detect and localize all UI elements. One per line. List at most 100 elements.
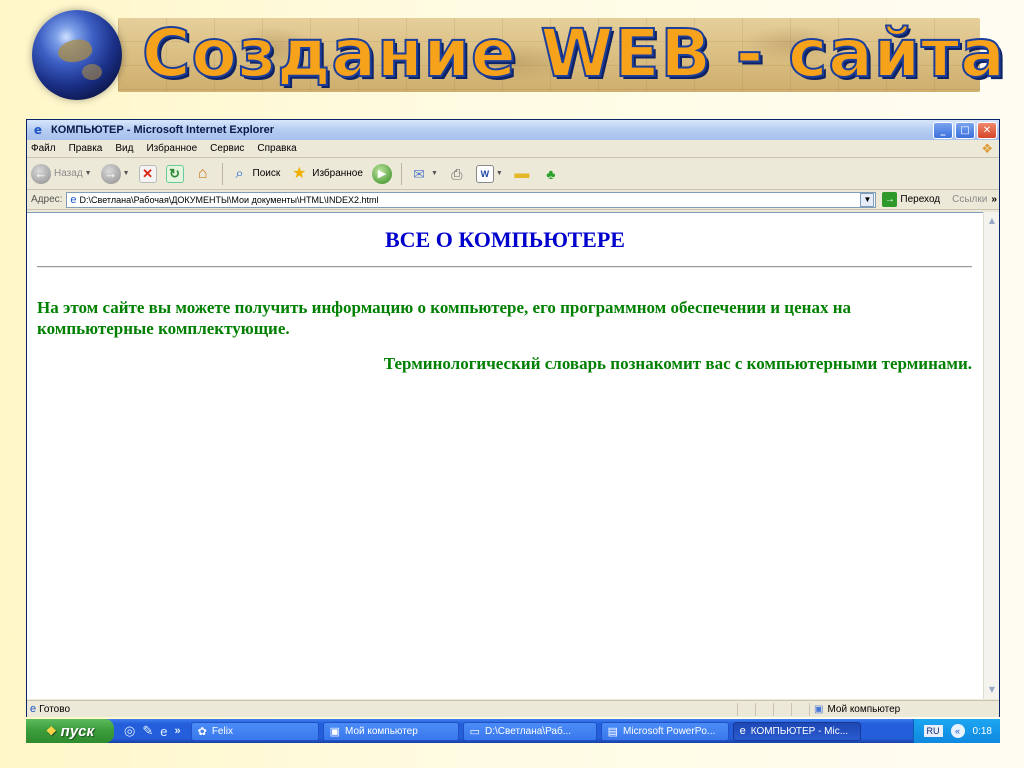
back-label: Назад (54, 168, 83, 179)
taskbar: ❖ пуск ◎ ✎ e » ✿ Felix ▣ Мой компьютер ▭… (26, 719, 1000, 743)
status-cell (791, 702, 809, 716)
home-button[interactable]: ⌂ (193, 164, 213, 184)
address-input[interactable]: e D:\Светлана\Рабочая\ДОКУМЕНТЫ\Мои доку… (66, 191, 877, 208)
quicklaunch-browser-icon[interactable]: ◎ (124, 723, 135, 739)
title-bar[interactable]: e КОМПЬЮТЕР - Microsoft Internet Explore… (27, 120, 999, 140)
print-button[interactable]: ⎙ (447, 164, 467, 184)
refresh-button[interactable]: ↻ (165, 164, 184, 183)
menu-tools[interactable]: Сервис (210, 143, 244, 154)
slide-banner: Создание WEB - сайта (0, 0, 1024, 112)
menu-favorites[interactable]: Избранное (146, 143, 197, 154)
task-label: Felix (211, 725, 233, 737)
address-bar: Адрес: e D:\Светлана\Рабочая\ДОКУМЕНТЫ\М… (27, 190, 999, 210)
mail-dropdown-icon[interactable]: ▼ (431, 170, 438, 177)
start-button[interactable]: ❖ пуск (26, 719, 114, 743)
windows-flag-icon: ❖ (45, 724, 57, 738)
language-indicator[interactable]: RU (923, 725, 943, 737)
task-label: D:\Светлана\Раб... (485, 725, 572, 737)
system-tray: RU « 0:18 (912, 719, 1000, 743)
slide-title: Создание WEB - сайта (141, 14, 1006, 93)
folder-icon: ▬ (514, 164, 530, 182)
back-arrow-icon: ← (31, 163, 51, 184)
search-button[interactable]: ⌕ Поиск (230, 164, 281, 184)
back-button[interactable]: ← Назад ▼ (31, 163, 92, 184)
maximize-button[interactable]: □ (955, 121, 975, 139)
ie-icon: e (33, 123, 43, 137)
forward-dropdown-icon[interactable]: ▼ (123, 170, 130, 177)
address-label: Адрес: (31, 194, 63, 205)
ie-icon: e (739, 725, 746, 737)
links-more-icon[interactable]: » (991, 194, 997, 205)
powerpoint-icon: ▤ (607, 725, 619, 738)
page-icon: e (70, 193, 77, 206)
my-computer-icon: ▣ (329, 725, 341, 738)
back-dropdown-icon[interactable]: ▼ (85, 170, 92, 177)
quicklaunch-more-icon[interactable]: » (174, 725, 180, 737)
messenger-icon: ♣ (546, 165, 556, 182)
search-label: Поиск (252, 168, 281, 179)
messenger-button[interactable]: ♣ (541, 164, 561, 184)
toolbar-separator (400, 162, 402, 185)
task-felix[interactable]: ✿ Felix (190, 721, 319, 741)
go-button[interactable]: → Переход (882, 192, 940, 207)
task-label: Microsoft PowerPo... (623, 725, 716, 737)
globe-icon (32, 10, 122, 100)
scroll-down-icon[interactable]: ▼ (985, 683, 999, 697)
task-powerpoint[interactable]: ▤ Microsoft PowerPo... (600, 721, 729, 741)
status-text: Готово (39, 703, 71, 715)
mail-button[interactable]: ✉ ▼ (409, 164, 438, 184)
menu-edit[interactable]: Правка (69, 143, 103, 154)
star-icon: ★ (292, 164, 307, 182)
forward-button[interactable]: → ▼ (100, 163, 130, 184)
menu-file[interactable]: Файл (31, 143, 56, 154)
my-computer-icon: ▣ (814, 703, 824, 715)
window-controls: _ □ ✕ (933, 121, 999, 139)
status-cell (737, 702, 755, 716)
stop-button[interactable]: ✕ (138, 164, 157, 183)
page-content: ВСЕ О КОМПЬЮТЕРЕ На этом сайте вы можете… (27, 212, 983, 699)
home-icon: ⌂ (197, 164, 208, 182)
status-bar: e Готово ▣ Мой компьютер (27, 700, 999, 717)
horizontal-rule (37, 266, 972, 268)
quick-launch: ◎ ✎ e » (124, 723, 187, 739)
vertical-scrollbar[interactable]: ▲ ▼ (983, 212, 999, 699)
quicklaunch-tool-icon[interactable]: ✎ (142, 723, 153, 739)
task-internet-explorer[interactable]: e КОМПЬЮТЕР - Mic... (732, 721, 861, 741)
glossary-paragraph: Терминологический словарь познакомит вас… (383, 354, 972, 373)
start-label: пуск (60, 722, 95, 740)
stop-icon: ✕ (138, 164, 157, 183)
menu-help[interactable]: Справка (257, 143, 296, 154)
address-value: D:\Светлана\Рабочая\ДОКУМЕНТЫ\Мои докуме… (79, 194, 379, 205)
go-label: Переход (900, 194, 941, 205)
word-icon: W (475, 164, 494, 183)
media-button[interactable]: ▶ (371, 163, 392, 184)
window-title: КОМПЬЮТЕР - Microsoft Internet Explorer (51, 124, 275, 136)
favorites-label: Избранное (312, 168, 363, 179)
zone-label: Мой компьютер (827, 703, 901, 715)
menu-view[interactable]: Вид (115, 143, 133, 154)
menu-bar: Файл Правка Вид Избранное Сервис Справка… (27, 140, 999, 158)
status-cell (755, 702, 773, 716)
security-zone: ▣ Мой компьютер (809, 702, 999, 716)
task-explorer-folder[interactable]: ▭ D:\Светлана\Раб... (462, 721, 597, 741)
quicklaunch-ie-icon[interactable]: e (160, 724, 167, 739)
links-label[interactable]: Ссылки (952, 194, 987, 205)
status-left: e Готово (27, 703, 737, 715)
ie-window: e КОМПЬЮТЕР - Microsoft Internet Explore… (26, 119, 1000, 717)
search-icon: ⌕ (235, 164, 244, 182)
scroll-up-icon[interactable]: ▲ (985, 214, 999, 228)
refresh-icon: ↻ (165, 164, 184, 183)
media-icon: ▶ (371, 163, 392, 184)
edit-word-button[interactable]: W ▼ (475, 164, 503, 183)
minimize-button[interactable]: _ (933, 121, 953, 139)
tray-expand-icon[interactable]: « (950, 724, 965, 738)
favorites-button[interactable]: ★ Избранное (289, 164, 363, 184)
go-arrow-icon: → (882, 192, 898, 207)
close-button[interactable]: ✕ (977, 121, 997, 139)
edit-dropdown-icon[interactable]: ▼ (496, 170, 503, 177)
address-dropdown-icon[interactable]: ▼ (860, 192, 875, 207)
standard-toolbar: ← Назад ▼ → ▼ ✕ ↻ ⌂ ⌕ Поиск ★ Избранное … (27, 158, 999, 190)
task-my-computer[interactable]: ▣ Мой компьютер (322, 721, 459, 741)
folder-button[interactable]: ▬ (512, 164, 532, 184)
page-done-icon: e (30, 703, 37, 715)
